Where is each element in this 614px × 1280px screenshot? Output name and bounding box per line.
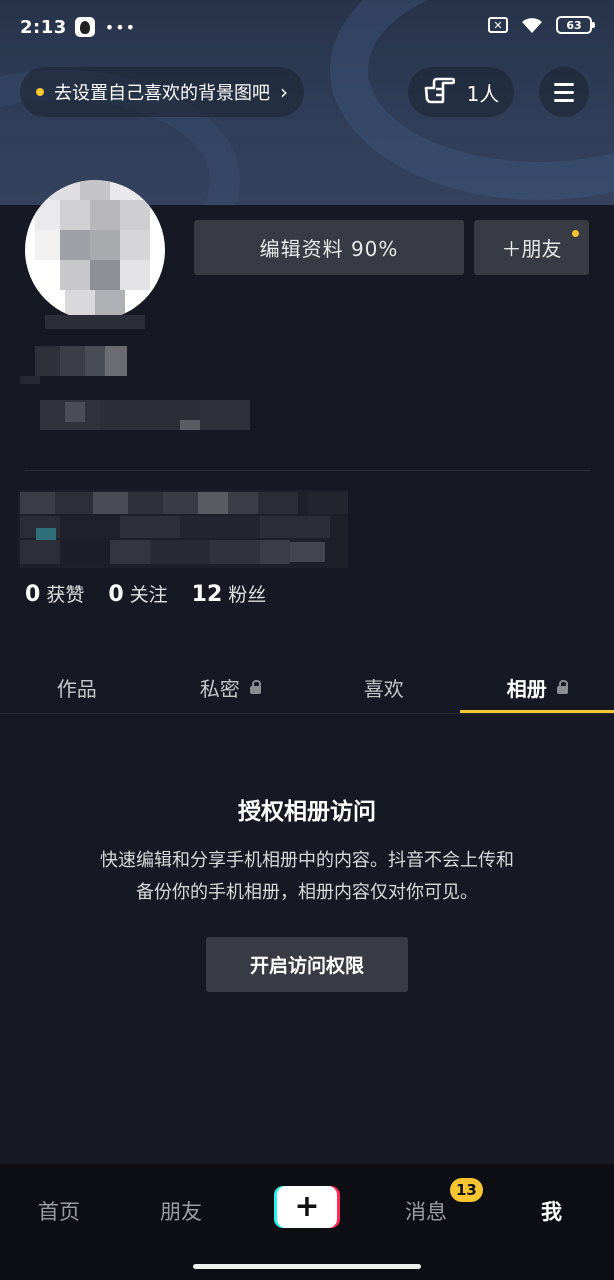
enable-access-button[interactable]: 开启访问权限 [206, 937, 408, 992]
tab-label: 喜欢 [363, 676, 404, 701]
bottom-navigation: 首页 朋友 + 消息 13 我 [0, 1164, 614, 1280]
tabs-divider [0, 713, 614, 714]
pixelated-block [80, 180, 110, 200]
tab-private[interactable]: 私密 [154, 660, 308, 714]
pixelated-block [120, 200, 150, 230]
more-notifications-icon: ••• [104, 17, 137, 37]
pixelated-block [60, 260, 90, 290]
tab-likes[interactable]: 喜欢 [307, 660, 461, 714]
nav-me[interactable]: 我 [541, 1196, 562, 1226]
wifi-icon [520, 16, 544, 34]
messages-badge: 13 [450, 1178, 483, 1202]
battery-icon: 63 [556, 16, 595, 34]
album-permission-description-line: 备份你的手机相册，相册内容仅对你可见。 [136, 882, 478, 903]
album-permission-description-line: 快速编辑和分享手机相册中的内容。抖音不会上传和 [100, 850, 514, 871]
tab-works[interactable]: 作品 [0, 660, 154, 714]
pixelated-block [120, 260, 150, 290]
menu-line [554, 82, 574, 86]
followers-count: 12 [191, 582, 223, 607]
nav-friends[interactable]: 朋友 [160, 1196, 202, 1226]
pixelated-block [120, 230, 150, 260]
set-background-hint-text: 去设置自己喜欢的背景图吧 [54, 83, 270, 104]
tab-label: 私密 [199, 676, 240, 701]
battery-level: 63 [566, 18, 582, 32]
tab-album[interactable]: 相册 [461, 660, 614, 714]
status-time: 2:13 [20, 16, 67, 38]
redacted-bio [18, 490, 348, 570]
pixelated-block [60, 200, 90, 230]
profile-tabs: 作品 私密 喜欢 相册 [0, 660, 614, 714]
pixelated-block [90, 260, 120, 290]
recent-visitors-button[interactable]: 1人 [408, 67, 514, 117]
pixelated-block [50, 180, 80, 200]
redacted-username [20, 310, 270, 440]
avatar[interactable] [25, 180, 165, 320]
home-indicator[interactable] [193, 1264, 421, 1269]
following-stat[interactable]: 0 关注 [108, 580, 167, 607]
create-button[interactable]: + [274, 1186, 340, 1228]
hamburger-menu-button[interactable] [539, 67, 589, 117]
lock-icon [556, 680, 568, 694]
likes-label: 获赞 [46, 584, 85, 606]
nav-home[interactable]: 首页 [38, 1196, 80, 1226]
tab-label: 作品 [56, 676, 97, 701]
pixelated-block [90, 230, 120, 260]
qq-notification-icon [74, 17, 95, 37]
profile-stats: 0 获赞 0 关注 12 粉丝 [25, 580, 266, 607]
album-permission-description: 快速编辑和分享手机相册中的内容。抖音不会上传和 备份你的手机相册，相册内容仅对你… [50, 845, 564, 909]
followers-stat[interactable]: 12 粉丝 [192, 580, 267, 607]
likes-stat[interactable]: 0 获赞 [25, 580, 84, 607]
menu-line [554, 98, 574, 102]
pixelated-block [60, 230, 90, 260]
sim-off-icon: ✕ [488, 17, 508, 33]
plus-icon: + [277, 1186, 337, 1228]
following-count: 0 [108, 582, 124, 607]
hand-pointer-icon [423, 76, 455, 108]
hint-dot [36, 88, 44, 96]
chevron-right-icon: › [280, 80, 288, 104]
add-friend-label: ＋朋友 [501, 237, 562, 261]
menu-line [554, 90, 574, 94]
pixelated-block [35, 200, 60, 230]
edit-profile-button[interactable]: 编辑资料 90% [194, 220, 464, 275]
likes-count: 0 [25, 582, 41, 607]
pixelated-block [90, 200, 120, 230]
nav-messages[interactable]: 消息 [405, 1196, 447, 1226]
tab-label: 相册 [506, 676, 547, 701]
following-label: 关注 [129, 584, 168, 606]
followers-label: 粉丝 [228, 584, 267, 606]
status-icons: ✕ 63 [488, 16, 595, 34]
visitor-count: 1人 [466, 81, 500, 106]
add-friend-button[interactable]: ＋朋友 [474, 220, 589, 275]
pixelated-block [35, 230, 60, 260]
profile-divider [25, 470, 590, 471]
pixelated-block [110, 180, 140, 200]
new-dot [572, 230, 579, 237]
album-permission-title: 授权相册访问 [238, 799, 376, 825]
lock-icon [249, 680, 261, 694]
set-background-hint[interactable]: 去设置自己喜欢的背景图吧 › [20, 67, 304, 117]
